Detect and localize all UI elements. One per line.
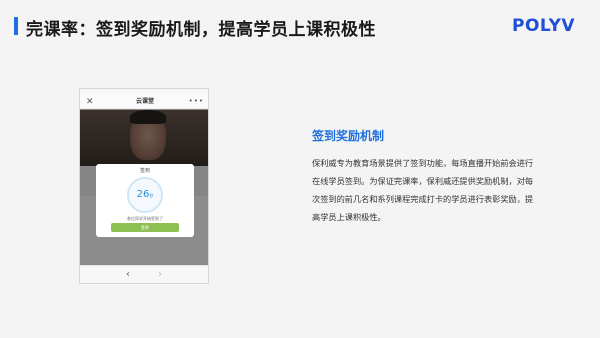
modal-overlay: 签到 26秒 各位同学开始签到了 签到: [80, 109, 208, 265]
feature-description: 保利威专为教育场景提供了签到功能，每场直播开始前会进行在线学员签到。为保证完课率…: [312, 158, 534, 222]
more-icon[interactable]: •••: [189, 95, 204, 108]
title-accent-bar: [14, 17, 18, 35]
countdown-unit: 秒: [149, 193, 154, 198]
page-title: 完课率：签到奖励机制，提高学员上课积极性: [26, 20, 376, 40]
phone-bottom-bar: ‹ ›: [80, 265, 208, 283]
chevron-left-icon[interactable]: ‹: [126, 269, 130, 280]
modal-title: 签到: [139, 168, 150, 174]
countdown-display: 26秒: [127, 189, 163, 202]
phone-nav-bar: ✕ 云课堂 •••: [80, 95, 208, 109]
signin-modal: 签到 26秒 各位同学开始签到了 签到: [96, 164, 194, 237]
phone-screenshot: ✕ 云课堂 ••• 签到 26秒 各位同学开始签到了 签到 ‹ ›: [79, 88, 209, 284]
brand-logo: POLYV: [512, 16, 576, 36]
modal-message: 各位同学开始签到了: [127, 216, 163, 221]
countdown-value: 26: [136, 189, 150, 200]
feature-heading: 签到奖励机制: [312, 129, 385, 143]
chevron-right-icon[interactable]: ›: [158, 269, 162, 280]
signin-button[interactable]: 签到: [111, 223, 179, 232]
